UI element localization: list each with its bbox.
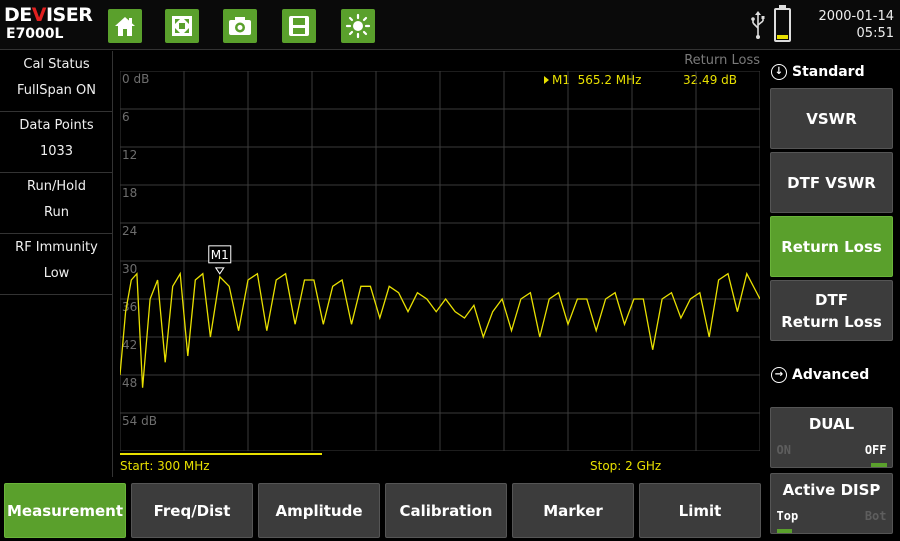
active-disp-top-option: Top xyxy=(776,505,798,533)
brand-logo: DEVISER xyxy=(4,4,93,26)
y-tick-label: 12 xyxy=(122,148,137,162)
active-disp-label: Active DISP xyxy=(782,480,881,499)
dual-on-option: ON xyxy=(776,442,791,457)
status-panel: Cal Status FullSpan ON Data Points 1033 … xyxy=(0,51,113,477)
screenshot-button[interactable] xyxy=(223,9,257,43)
dtf-return-loss-button[interactable]: DTF Return Loss xyxy=(770,280,893,341)
y-tick-label: 30 xyxy=(122,262,137,276)
y-tick-label: 48 xyxy=(122,376,137,390)
dual-options: ON OFF xyxy=(776,439,887,467)
y-tick-label: 0 dB xyxy=(122,72,149,86)
arrow-down-circle-icon: ↓ xyxy=(771,64,787,80)
status-cal: Cal Status FullSpan ON xyxy=(0,51,113,112)
tab-measurement[interactable]: Measurement xyxy=(4,483,126,538)
y-tick-label: 6 xyxy=(122,110,130,124)
vswr-button[interactable]: VSWR xyxy=(770,88,893,149)
tab-marker[interactable]: Marker xyxy=(512,483,634,538)
start-frequency: Start: 300 MHz xyxy=(120,459,210,473)
advanced-header[interactable]: → Advanced xyxy=(771,364,869,386)
standard-header[interactable]: ↓ Standard xyxy=(771,61,865,83)
softkey-menu: ↓ Standard VSWR DTF VSWR Return Loss DTF … xyxy=(765,51,900,541)
button-label-2: Return Loss xyxy=(781,312,882,331)
tab-amplitude[interactable]: Amplitude xyxy=(258,483,380,538)
return-loss-button[interactable]: Return Loss xyxy=(770,216,893,277)
active-disp-toggle[interactable]: Active DISP Top Bot xyxy=(770,473,893,534)
y-tick-label: 18 xyxy=(122,186,137,200)
bottom-tabs: Measurement Freq/Dist Amplitude Calibrat… xyxy=(0,480,765,541)
status-run-hold: Run/Hold Run xyxy=(0,173,113,234)
usb-icon xyxy=(751,11,765,39)
fullscreen-button[interactable] xyxy=(165,9,199,43)
button-label: DTF xyxy=(815,290,848,309)
marker-triangle-icon xyxy=(214,267,225,275)
y-tick-label: 24 xyxy=(122,224,137,238)
stop-frequency: Stop: 2 GHz xyxy=(590,459,662,473)
tab-limit[interactable]: Limit xyxy=(639,483,761,538)
status-value: 1033 xyxy=(39,144,74,159)
save-icon xyxy=(289,16,309,36)
arrow-right-circle-icon: → xyxy=(771,367,787,383)
marker-label: M1 xyxy=(211,248,229,262)
dual-toggle[interactable]: DUAL ON OFF xyxy=(770,407,893,468)
status-value: Low xyxy=(43,266,70,281)
save-button[interactable] xyxy=(282,9,316,43)
advanced-label: Advanced xyxy=(792,367,870,383)
dual-label: DUAL xyxy=(808,414,855,433)
status-label: Run/Hold xyxy=(27,179,86,194)
brightness-button[interactable] xyxy=(341,9,375,43)
dtf-vswr-button[interactable]: DTF VSWR xyxy=(770,152,893,213)
active-disp-options: Top Bot xyxy=(776,505,887,533)
datetime: 2000-01-14 05:51 xyxy=(818,8,894,42)
y-tick-label: 36 xyxy=(122,300,137,314)
fullscreen-icon xyxy=(172,16,192,36)
y-tick-label: 42 xyxy=(122,338,137,352)
plot-title: Return Loss xyxy=(684,53,760,68)
status-value: FullSpan ON xyxy=(16,83,97,98)
model-name: E7000L xyxy=(6,26,64,42)
brightness-icon xyxy=(345,13,371,39)
dual-off-option: OFF xyxy=(865,439,887,467)
time-text: 05:51 xyxy=(856,26,894,41)
status-label: Cal Status xyxy=(23,57,90,72)
y-tick-label: 54 dB xyxy=(122,414,157,428)
home-button[interactable] xyxy=(108,9,142,43)
standard-label: Standard xyxy=(792,64,865,80)
date-text: 2000-01-14 xyxy=(818,9,894,24)
plot-area[interactable]: Return Loss M1 565.2 MHz 32.49 dB 0 dB 6 1… xyxy=(114,51,764,477)
status-data-points: Data Points 1033 xyxy=(0,112,113,173)
status-value: Run xyxy=(44,205,69,220)
battery-icon xyxy=(774,5,791,42)
home-icon xyxy=(115,17,135,36)
start-indicator-bar xyxy=(120,453,322,455)
status-label: Data Points xyxy=(19,118,94,133)
status-label: RF Immunity xyxy=(15,240,98,255)
camera-icon xyxy=(229,17,251,35)
tab-freq-dist[interactable]: Freq/Dist xyxy=(131,483,253,538)
logo: DEVISER E7000L xyxy=(4,4,104,48)
top-bar: DEVISER E7000L 2000-01-14 05:51 xyxy=(0,0,900,50)
active-disp-bot-option: Bot xyxy=(864,508,887,523)
status-rf-immunity: RF Immunity Low xyxy=(0,234,113,295)
tab-calibration[interactable]: Calibration xyxy=(385,483,507,538)
return-loss-chart[interactable]: 0 dB 6 12 18 24 30 36 42 48 54 dB M1 xyxy=(120,71,760,451)
